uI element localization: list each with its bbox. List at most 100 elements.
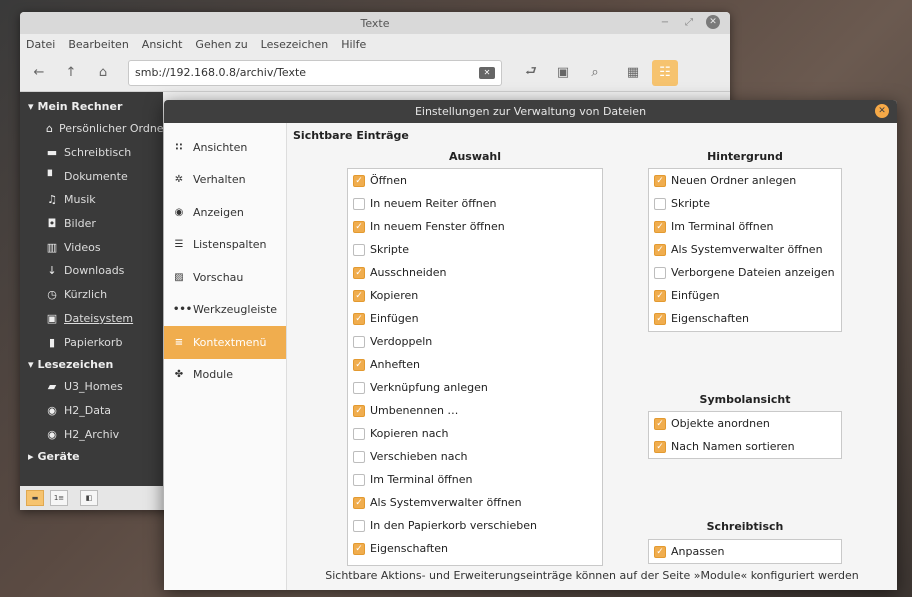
nav-item-list-columns[interactable]: ☰ Listenspalten (164, 229, 286, 262)
back-arrow-icon[interactable]: ← (26, 60, 52, 86)
checkbox-row[interactable]: ✓ Objekte anordnen (649, 412, 841, 435)
dialog-titlebar[interactable]: Einstellungen zur Verwaltung von Dateien… (164, 100, 897, 123)
sidebar-item-desktop[interactable]: ▬ Schreibtisch (20, 141, 163, 165)
checkbox-row[interactable]: Skripte (649, 192, 841, 215)
up-arrow-icon[interactable]: ↑ (58, 60, 84, 86)
sidebar-item-filesystem[interactable]: ▣ Dateisystem (20, 307, 163, 331)
list-view-icon[interactable]: ☷ (652, 59, 678, 86)
checkbox-checked[interactable]: ✓ (654, 289, 666, 302)
sidebar-item-trash[interactable]: ▮ Papierkorb (20, 330, 163, 354)
checkbox-unchecked[interactable] (353, 519, 365, 532)
window-titlebar[interactable]: Texte − ⤢ ✕ (20, 12, 730, 34)
checkbox-row[interactable]: ✓ Einfügen (649, 284, 841, 307)
sidebar-item-pictures[interactable]: ◘ Bilder (20, 212, 163, 236)
sidebar-item-documents[interactable]: ▘ Dokumente (20, 164, 163, 188)
checkbox-row[interactable]: ✓ Eigenschaften (348, 537, 602, 560)
icon-view-icon[interactable]: ▦ (620, 60, 646, 86)
clear-location-icon[interactable]: ✕ (479, 66, 495, 79)
checkbox-unchecked[interactable] (353, 473, 365, 486)
nav-item-context-menu[interactable]: ≡ Kontextmenü (164, 326, 286, 359)
close-icon[interactable]: ✕ (706, 15, 720, 29)
checkbox-unchecked[interactable] (353, 381, 365, 394)
checkbox-unchecked[interactable] (654, 266, 666, 279)
sidebar-section-bookmarks[interactable]: ▾ Lesezeichen (20, 354, 163, 375)
checkbox-row[interactable]: Kopieren nach (348, 422, 602, 445)
checkbox-checked[interactable]: ✓ (353, 220, 365, 233)
checkbox-row[interactable]: ✓ Als Systemverwalter öffnen (649, 238, 841, 261)
checkbox-row[interactable]: ✓ Anpassen (649, 540, 841, 563)
checkbox-row[interactable]: Verschieben nach (348, 445, 602, 468)
sidebar-item-recent[interactable]: ◷ Kürzlich (20, 283, 163, 307)
checkbox-row[interactable]: Verknüpfung anlegen (348, 376, 602, 399)
checkbox-unchecked[interactable] (353, 243, 365, 256)
checkbox-row[interactable]: ✓ Eigenschaften (649, 307, 841, 330)
checkbox-checked[interactable]: ✓ (353, 542, 365, 555)
checkbox-row[interactable]: ✓ Kopieren (348, 284, 602, 307)
checkbox-row[interactable]: ✓ Einfügen (348, 307, 602, 330)
toggle-location-icon[interactable]: ⮐ (518, 60, 544, 86)
nav-item-behavior[interactable]: ✲ Verhalten (164, 164, 286, 197)
terminal-icon[interactable]: ▣ (550, 60, 576, 86)
checkbox-checked[interactable]: ✓ (353, 358, 365, 371)
checkbox-row[interactable]: ✓ Nach Namen sortieren (649, 435, 841, 458)
location-bar[interactable]: smb://192.168.0.8/archiv/Texte ✕ (128, 59, 502, 86)
checkbox-unchecked[interactable] (654, 197, 666, 210)
checkbox-checked[interactable]: ✓ (353, 312, 365, 325)
menu-bookmarks[interactable]: Lesezeichen (261, 38, 329, 51)
menu-edit[interactable]: Bearbeiten (68, 38, 128, 51)
checkbox-checked[interactable]: ✓ (654, 545, 666, 558)
checkbox-checked[interactable]: ✓ (353, 289, 365, 302)
places-view-icon[interactable]: ▬ (26, 490, 44, 506)
checkbox-row[interactable]: ✓ Anheften (348, 353, 602, 376)
checkbox-row[interactable]: Verborgene Dateien anzeigen (649, 261, 841, 284)
sidebar-item-home[interactable]: ⌂ Persönlicher Ordner (20, 117, 163, 141)
checkbox-unchecked[interactable] (353, 197, 365, 210)
menu-help[interactable]: Hilfe (341, 38, 366, 51)
checkbox-row[interactable]: In den Papierkorb verschieben (348, 514, 602, 537)
nav-item-views[interactable]: ∷ Ansichten (164, 131, 286, 164)
checkbox-row[interactable]: Skripte (348, 238, 602, 261)
checkbox-checked[interactable]: ✓ (654, 440, 666, 453)
checkbox-unchecked[interactable] (353, 335, 365, 348)
checkbox-row[interactable]: ✓ Neuen Ordner anlegen (649, 169, 841, 192)
checkbox-checked[interactable]: ✓ (353, 174, 365, 187)
checkbox-checked[interactable]: ✓ (654, 312, 666, 325)
nav-item-preview[interactable]: ▨ Vorschau (164, 261, 286, 294)
checkbox-row[interactable]: In neuem Reiter öffnen (348, 192, 602, 215)
nav-item-display[interactable]: ◉ Anzeigen (164, 196, 286, 229)
checkbox-checked[interactable]: ✓ (654, 220, 666, 233)
menu-go[interactable]: Gehen zu (195, 38, 247, 51)
sidebar-section-devices[interactable]: ▸ Geräte (20, 446, 163, 467)
nav-item-modules[interactable]: ✤ Module (164, 359, 286, 392)
checkbox-row[interactable]: ✓ In neuem Fenster öffnen (348, 215, 602, 238)
checkbox-unchecked[interactable] (353, 450, 365, 463)
checkbox-row[interactable]: ✓ Öffnen (348, 169, 602, 192)
checkbox-checked[interactable]: ✓ (353, 266, 365, 279)
sidebar-item-downloads[interactable]: ↓ Downloads (20, 259, 163, 283)
sidebar-item-h2-data[interactable]: ◉ H2_Data (20, 399, 163, 423)
checkbox-row[interactable]: Im Terminal öffnen (348, 468, 602, 491)
checkbox-checked[interactable]: ✓ (353, 404, 365, 417)
menu-file[interactable]: Datei (26, 38, 55, 51)
checkbox-checked[interactable]: ✓ (353, 496, 365, 509)
nav-item-toolbar[interactable]: ••• Werkzeugleiste (164, 294, 286, 327)
search-icon[interactable]: ⌕ (582, 60, 608, 86)
checkbox-row[interactable]: ✓ Ausschneiden (348, 261, 602, 284)
sidebar-section-computer[interactable]: ▾ Mein Rechner (20, 96, 163, 117)
tree-view-icon[interactable]: 1≡ (50, 490, 68, 506)
checkbox-checked[interactable]: ✓ (654, 243, 666, 256)
menu-view[interactable]: Ansicht (142, 38, 183, 51)
minimize-icon[interactable]: − (658, 15, 672, 29)
checkbox-row[interactable]: ✓ Als Systemverwalter öffnen (348, 491, 602, 514)
hide-sidebar-icon[interactable]: ◧ (80, 490, 98, 506)
checkbox-checked[interactable]: ✓ (654, 417, 666, 430)
checkbox-unchecked[interactable] (353, 427, 365, 440)
checkbox-row[interactable]: ✓ Im Terminal öffnen (649, 215, 841, 238)
home-icon[interactable]: ⌂ (90, 60, 116, 86)
sidebar-item-h2-archiv[interactable]: ◉ H2_Archiv (20, 422, 163, 446)
maximize-icon[interactable]: ⤢ (682, 15, 696, 29)
checkbox-checked[interactable]: ✓ (654, 174, 666, 187)
checkbox-row[interactable]: Verdoppeln (348, 330, 602, 353)
close-icon[interactable]: ✕ (875, 104, 889, 118)
sidebar-item-u3-homes[interactable]: ▰ U3_Homes (20, 375, 163, 399)
